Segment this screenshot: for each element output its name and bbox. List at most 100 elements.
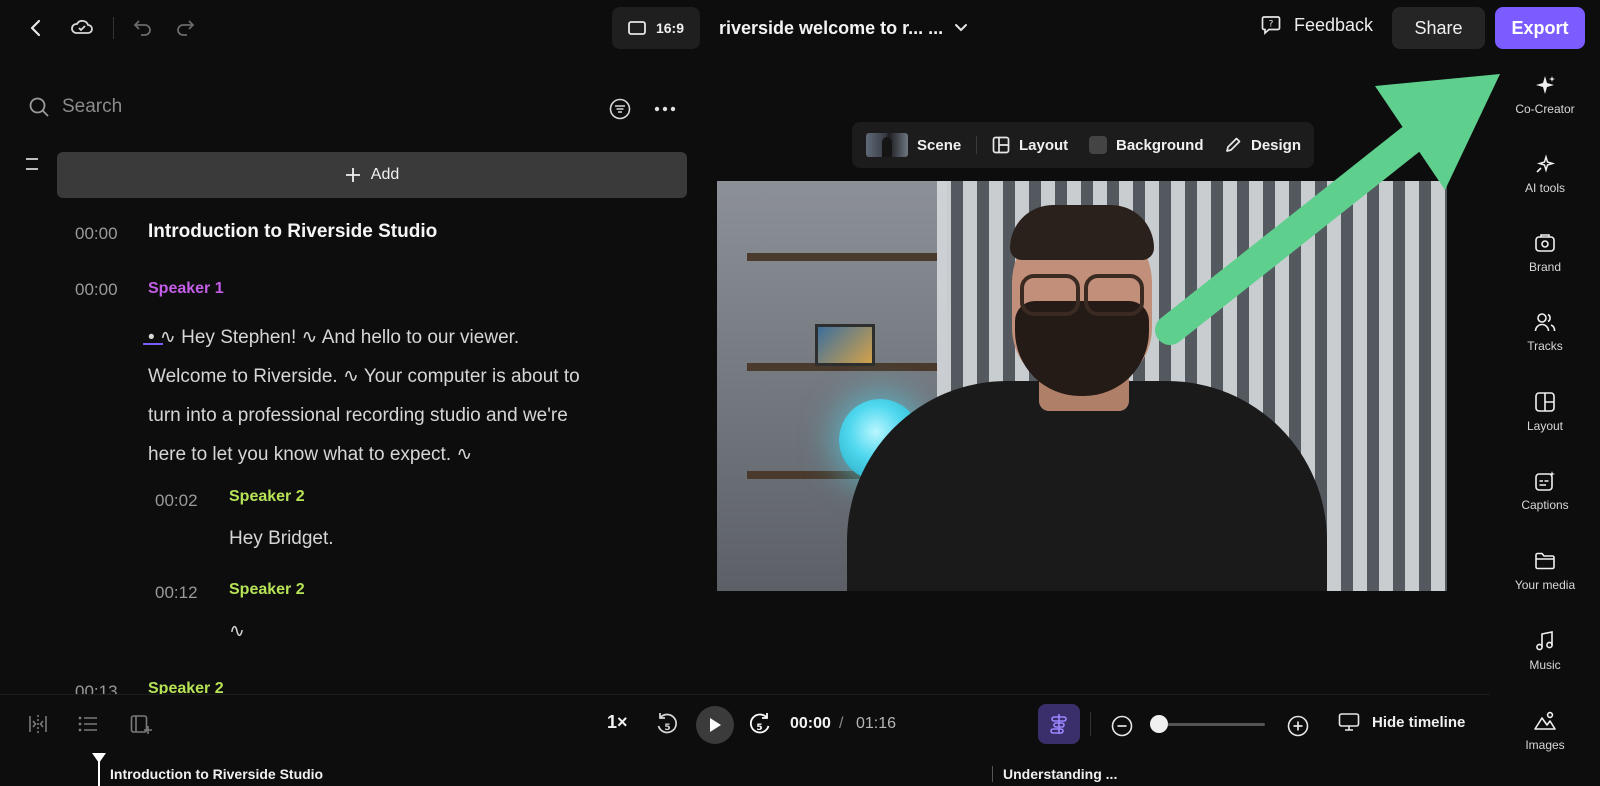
time-separator: / <box>839 715 844 732</box>
background-button[interactable]: Background <box>1089 122 1204 168</box>
entry-timestamp[interactable]: 00:13 <box>75 682 118 694</box>
chapters-list-icon[interactable] <box>77 714 99 734</box>
back-icon[interactable] <box>26 18 46 38</box>
toolbar-divider <box>976 136 977 154</box>
add-label: Add <box>370 166 400 183</box>
sidebar-item-captions[interactable]: Captions <box>1490 470 1600 536</box>
layout-icon <box>992 136 1010 154</box>
undo-icon[interactable] <box>132 17 154 37</box>
captions-icon <box>1534 470 1556 492</box>
video-picture-frame <box>815 324 875 366</box>
music-icon <box>1534 630 1556 652</box>
timeline-view-toggle[interactable] <box>1038 704 1080 744</box>
play-button[interactable] <box>696 706 734 744</box>
speaker-label[interactable]: Speaker 1 <box>148 280 224 298</box>
right-sidebar: Co-Creator AI tools Brand Tracks Layout … <box>1490 60 1600 786</box>
video-preview[interactable] <box>717 181 1447 591</box>
entry-timestamp[interactable]: 00:02 <box>155 491 198 511</box>
sidebar-item-music[interactable]: Music <box>1490 630 1600 696</box>
layout-button[interactable]: Layout <box>992 122 1068 168</box>
feedback-label: Feedback <box>1294 14 1374 35</box>
redo-icon[interactable] <box>174 17 196 37</box>
sidebar-item-label: Co-Creator <box>1515 102 1575 116</box>
playback-speed-button[interactable]: 1× <box>607 712 628 733</box>
background-swatch <box>1089 136 1107 154</box>
add-button[interactable]: Add <box>57 152 687 198</box>
sidebar-item-label: Images <box>1525 738 1565 752</box>
transcript-overflow: 00:13 Speaker 2 <box>0 676 700 694</box>
sidebar-item-label: Music <box>1529 658 1561 672</box>
design-label: Design <box>1251 136 1302 154</box>
scene-thumbnail <box>866 133 908 157</box>
total-time: 01:16 <box>856 715 897 732</box>
scene-label: Scene <box>917 136 962 154</box>
transcript-paragraph[interactable]: • ∿ Hey Stephen! ∿ And hello to our view… <box>148 318 618 474</box>
aspect-ratio-label: 16:9 <box>655 20 685 36</box>
search-input[interactable]: Search <box>62 96 122 118</box>
search-bar[interactable]: Search <box>28 96 122 118</box>
feedback-button[interactable]: ? Feedback <box>1260 14 1373 36</box>
hide-timeline-button[interactable]: Hide timeline <box>1338 712 1465 732</box>
speaker-label[interactable]: Speaker 2 <box>229 488 305 506</box>
sidebar-item-tracks[interactable]: Tracks <box>1490 311 1600 377</box>
export-button[interactable]: Export <box>1495 7 1585 49</box>
transcript-line: • ∿ Hey Stephen! ∿ And hello to our view… <box>148 327 520 348</box>
entry-timestamp[interactable]: 00:00 <box>75 280 118 300</box>
chevron-down-icon[interactable] <box>953 20 969 36</box>
add-clip-icon[interactable] <box>130 714 152 734</box>
images-icon <box>1533 710 1557 732</box>
timeline-clip-label[interactable]: Introduction to Riverside Studio <box>110 766 323 782</box>
filter-icon[interactable] <box>609 98 631 120</box>
project-title[interactable]: riverside welcome to r... ... <box>719 18 943 39</box>
transcript-line[interactable]: ∿ <box>229 620 245 643</box>
top-bar: 16:9 riverside welcome to r... ... ? Fee… <box>0 0 1600 56</box>
timeline-playhead-handle[interactable] <box>92 753 106 763</box>
sparkle-icon <box>1534 74 1556 96</box>
current-time: 00:00 <box>790 715 831 732</box>
chapter-timestamp[interactable]: 00:00 <box>75 224 118 244</box>
play-icon <box>707 716 723 734</box>
cloud-sync-icon[interactable] <box>70 16 94 38</box>
timeline-view-icon <box>1048 713 1070 735</box>
sidebar-item-label: Tracks <box>1527 339 1563 353</box>
layout-icon <box>1534 391 1556 413</box>
zoom-slider-handle[interactable] <box>1150 715 1168 733</box>
background-label: Background <box>1116 136 1204 154</box>
share-button[interactable]: Share <box>1392 7 1485 49</box>
scene-button[interactable]: Scene <box>866 122 961 168</box>
chapter-title[interactable]: Introduction to Riverside Studio <box>148 221 437 243</box>
zoom-out-icon[interactable] <box>1111 715 1133 737</box>
sidebar-item-brand[interactable]: Brand <box>1490 232 1600 298</box>
video-shelf <box>747 253 937 261</box>
timeline-clip-label[interactable]: Understanding ... <box>1003 766 1117 782</box>
video-person-hair <box>1010 205 1154 260</box>
collapse-panel-icon[interactable] <box>25 157 39 171</box>
hide-timeline-label: Hide timeline <box>1372 713 1466 731</box>
sidebar-item-layout[interactable]: Layout <box>1490 391 1600 457</box>
entry-timestamp[interactable]: 00:12 <box>155 583 198 603</box>
transcript-line: turn into a professional recording studi… <box>148 405 568 426</box>
feedback-icon: ? <box>1260 14 1282 36</box>
sidebar-item-ai-tools[interactable]: AI tools <box>1490 153 1600 219</box>
skip-back-icon[interactable]: 5 <box>655 711 679 737</box>
ai-tools-icon <box>1534 153 1556 175</box>
svg-text:?: ? <box>1269 20 1274 30</box>
timeline-clip-divider <box>992 766 993 782</box>
zoom-in-icon[interactable] <box>1287 715 1309 737</box>
plus-icon <box>345 167 361 183</box>
sidebar-item-label: Brand <box>1528 260 1562 274</box>
sidebar-item-label: AI tools <box>1524 181 1566 195</box>
sidebar-item-co-creator[interactable]: Co-Creator <box>1490 74 1600 140</box>
transcript-line[interactable]: Hey Bridget. <box>229 528 334 550</box>
skip-forward-icon[interactable]: 5 <box>748 711 772 737</box>
speaker-label[interactable]: Speaker 2 <box>229 581 305 599</box>
aspect-ratio-button[interactable]: 16:9 <box>612 7 700 49</box>
toolbar-divider <box>1090 712 1091 736</box>
transcript-line: here to let you know what to expect. ∿ <box>148 444 473 465</box>
monitor-icon <box>1338 712 1360 732</box>
design-button[interactable]: Design <box>1224 122 1301 168</box>
speaker-label[interactable]: Speaker 2 <box>148 680 224 694</box>
sidebar-item-your-media[interactable]: Your media <box>1490 550 1600 616</box>
more-options-icon[interactable] <box>654 106 676 112</box>
split-icon[interactable] <box>27 714 49 734</box>
